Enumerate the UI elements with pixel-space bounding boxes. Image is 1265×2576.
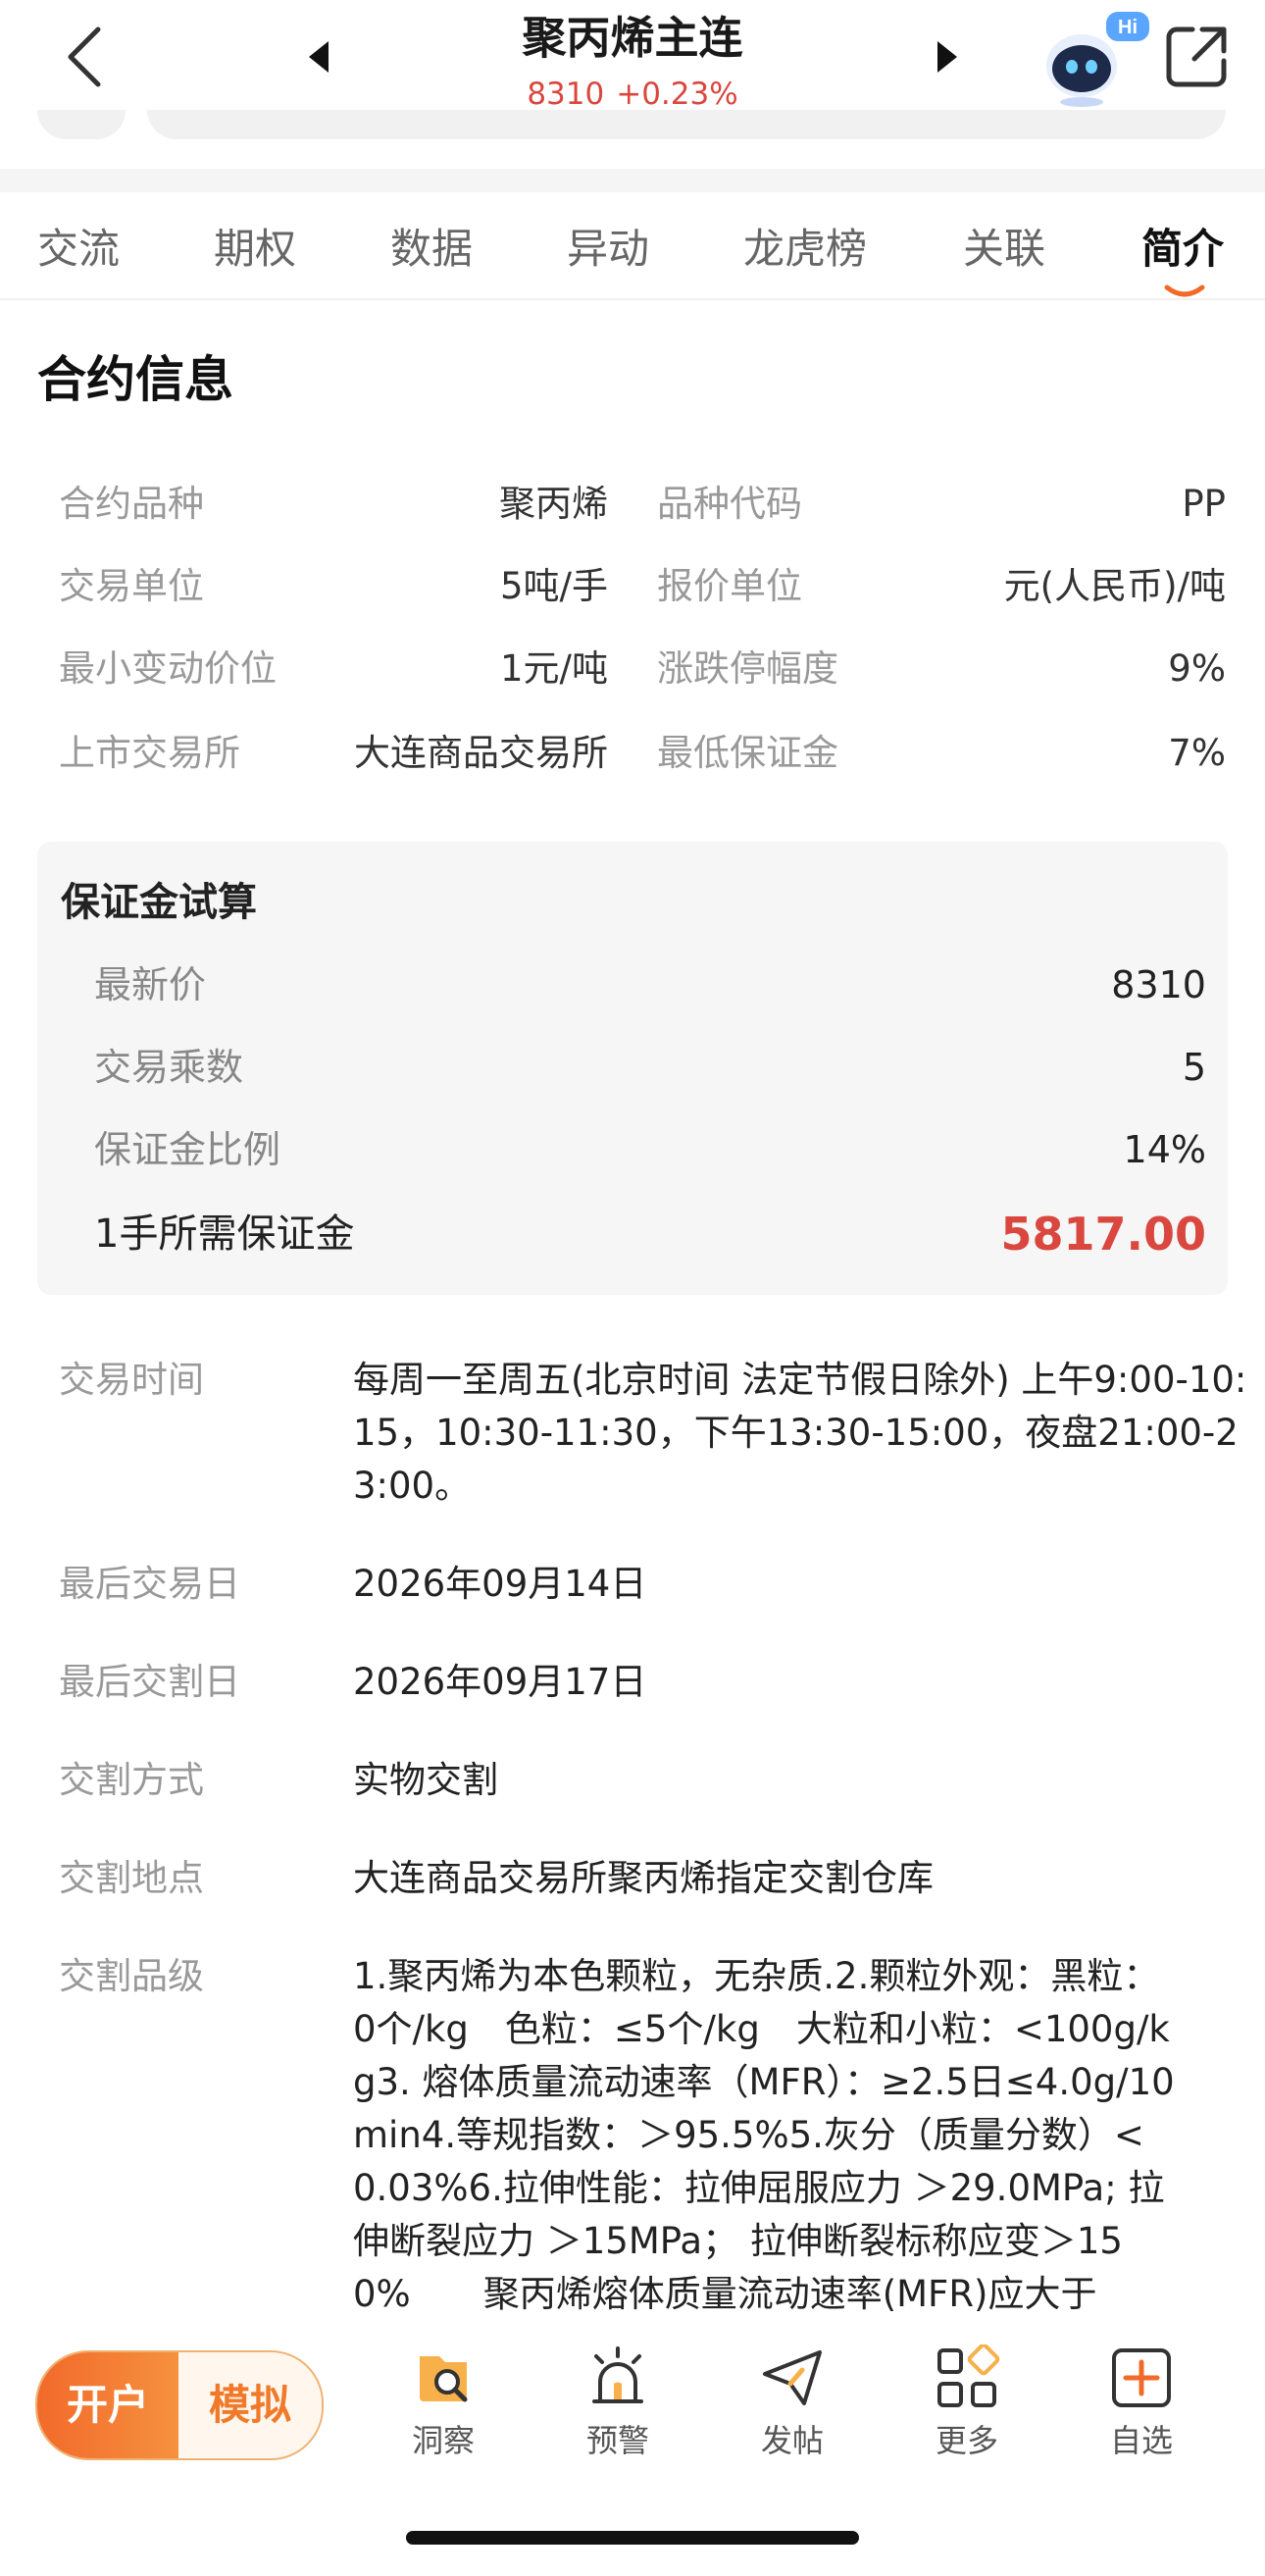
- detail-last-trade-day: 最后交易日 2026年09月14日: [59, 1558, 1187, 1611]
- detail-label: 最后交割日: [59, 1661, 240, 1703]
- info-row: 合约品种 聚丙烯 品种代码 PP: [59, 475, 1226, 534]
- margin-row: 最新价 8310: [94, 955, 1206, 1014]
- margin-value: 14%: [1123, 1128, 1206, 1171]
- active-tab-indicator: [1163, 283, 1206, 297]
- info-label: 涨跌停幅度: [657, 647, 838, 690]
- detail-value: 1.聚丙烯为本色颗粒，无杂质.2.颗粒外观：黑粒：0个/kg 色粒：≤5个/kg…: [353, 1955, 1175, 2315]
- nav-label: 洞察: [411, 2422, 475, 2459]
- detail-last-delivery-day: 最后交割日 2026年09月17日: [59, 1656, 1187, 1709]
- insight-icon: [420, 2356, 468, 2402]
- nav-label: 预警: [585, 2422, 649, 2459]
- detail-value: 每周一至周五(北京时间 法定节假日除外) 上午9:00-10:15，10:30-…: [353, 1359, 1247, 1507]
- assistant-badge: Hi: [1118, 17, 1138, 38]
- detail-trading-hours: 交易时间 每周一至周五(北京时间 法定节假日除外) 上午9:00-10:15，1…: [59, 1354, 1246, 1515]
- detail-value: 大连商品交易所聚丙烯指定交割仓库: [353, 1857, 934, 1899]
- detail-delivery-method: 交割方式 实物交割: [59, 1754, 1187, 1807]
- tab-data[interactable]: 数据: [390, 222, 473, 277]
- info-row: 交易单位 5吨/手 报价单位 元(人民币)/吨: [59, 557, 1226, 616]
- detail-label: 交易时间: [59, 1359, 204, 1401]
- info-value: 元(人民币)/吨: [1003, 565, 1226, 607]
- info-label: 上市交易所: [59, 732, 240, 774]
- nav-post[interactable]: 发帖: [734, 2344, 851, 2482]
- alarm-icon: [592, 2346, 643, 2403]
- add-icon: [1112, 2348, 1171, 2407]
- detail-delivery-location: 交割地点 大连商品交易所聚丙烯指定交割仓库: [59, 1852, 1187, 1905]
- share-icon[interactable]: [1163, 22, 1232, 90]
- nav-label: 自选: [1109, 2422, 1173, 2459]
- nav-watchlist[interactable]: 自选: [1083, 2344, 1200, 2482]
- next-contract-icon[interactable]: [934, 39, 959, 75]
- nav-alarm[interactable]: 预警: [559, 2344, 677, 2482]
- margin-total-value: 5817.00: [1000, 1208, 1206, 1261]
- margin-value: 8310: [1111, 963, 1206, 1006]
- home-indicator: [406, 2531, 859, 2545]
- info-value: PP: [1182, 483, 1226, 525]
- nav-label: 更多: [935, 2422, 998, 2459]
- contract-info-title: 合约信息: [37, 351, 233, 408]
- nav-insight[interactable]: 洞察: [384, 2344, 502, 2482]
- tab-bar: 交流 期权 数据 异动 龙虎榜 关联 简介: [0, 192, 1265, 300]
- info-value: 大连商品交易所: [354, 732, 608, 774]
- simulate-button[interactable]: 模拟: [178, 2352, 322, 2458]
- detail-value: 2026年09月17日: [353, 1661, 647, 1703]
- detail-label: 交割品级: [59, 1955, 204, 1997]
- tab-dragon-tiger[interactable]: 龙虎榜: [743, 222, 867, 277]
- detail-value: 2026年09月14日: [353, 1563, 647, 1605]
- nav-label: 发帖: [760, 2422, 824, 2459]
- price-change: +0.23%: [616, 77, 738, 112]
- header-strip: [147, 110, 1226, 139]
- detail-label: 最后交易日: [59, 1563, 240, 1605]
- info-value: 1元/吨: [499, 647, 608, 690]
- margin-label: 最新价: [94, 963, 207, 1006]
- info-label: 合约品种: [59, 483, 204, 525]
- info-label: 交易单位: [59, 565, 204, 607]
- detail-delivery-grade: 交割品级 1.聚丙烯为本色颗粒，无杂质.2.颗粒外观：黑粒：0个/kg 色粒：≤…: [59, 1950, 1187, 2315]
- tab-movement[interactable]: 异动: [567, 222, 649, 277]
- margin-card-title: 保证金试算: [61, 880, 257, 925]
- detail-label: 交割方式: [59, 1759, 204, 1801]
- info-value: 7%: [1168, 732, 1226, 774]
- tab-options[interactable]: 期权: [214, 222, 296, 277]
- margin-total-row: 1手所需保证金 5817.00: [94, 1205, 1206, 1263]
- info-label: 报价单位: [657, 565, 802, 607]
- margin-calculator-card: 保证金试算 最新价 8310 交易乘数 5 保证金比例 14% 1手所需保证金 …: [37, 842, 1228, 1295]
- info-row: 上市交易所 大连商品交易所 最低保证金 7%: [59, 724, 1226, 783]
- margin-row: 交易乘数 5: [94, 1038, 1206, 1097]
- margin-value: 5: [1182, 1046, 1206, 1089]
- tab-related[interactable]: 关联: [963, 222, 1045, 277]
- nav-more[interactable]: 更多: [908, 2344, 1026, 2482]
- latest-price: 8310: [527, 77, 605, 112]
- send-icon: [763, 2350, 822, 2405]
- detail-value: 实物交割: [353, 1759, 498, 1801]
- margin-label: 交易乘数: [94, 1046, 244, 1089]
- tab-intro[interactable]: 简介: [1141, 222, 1224, 277]
- margin-row: 保证金比例 14%: [94, 1120, 1206, 1179]
- margin-total-label: 1手所需保证金: [94, 1211, 355, 1257]
- divider-band: [0, 169, 1265, 192]
- assistant-robot-icon[interactable]: Hi: [1037, 12, 1155, 110]
- margin-label: 保证金比例: [94, 1128, 281, 1171]
- info-label: 品种代码: [657, 483, 802, 525]
- detail-label: 交割地点: [59, 1857, 204, 1899]
- tab-chat[interactable]: 交流: [37, 222, 120, 277]
- info-value: 9%: [1168, 647, 1226, 690]
- info-value: 5吨/手: [499, 565, 608, 607]
- grid-icon: [937, 2344, 1000, 2407]
- info-row: 最小变动价位 1元/吨 涨跌停幅度 9%: [59, 640, 1226, 698]
- account-pill: 开户 模拟: [35, 2350, 324, 2460]
- info-label: 最小变动价位: [59, 647, 277, 690]
- info-label: 最低保证金: [657, 732, 838, 774]
- info-value: 聚丙烯: [499, 483, 608, 525]
- open-account-button[interactable]: 开户: [37, 2352, 178, 2458]
